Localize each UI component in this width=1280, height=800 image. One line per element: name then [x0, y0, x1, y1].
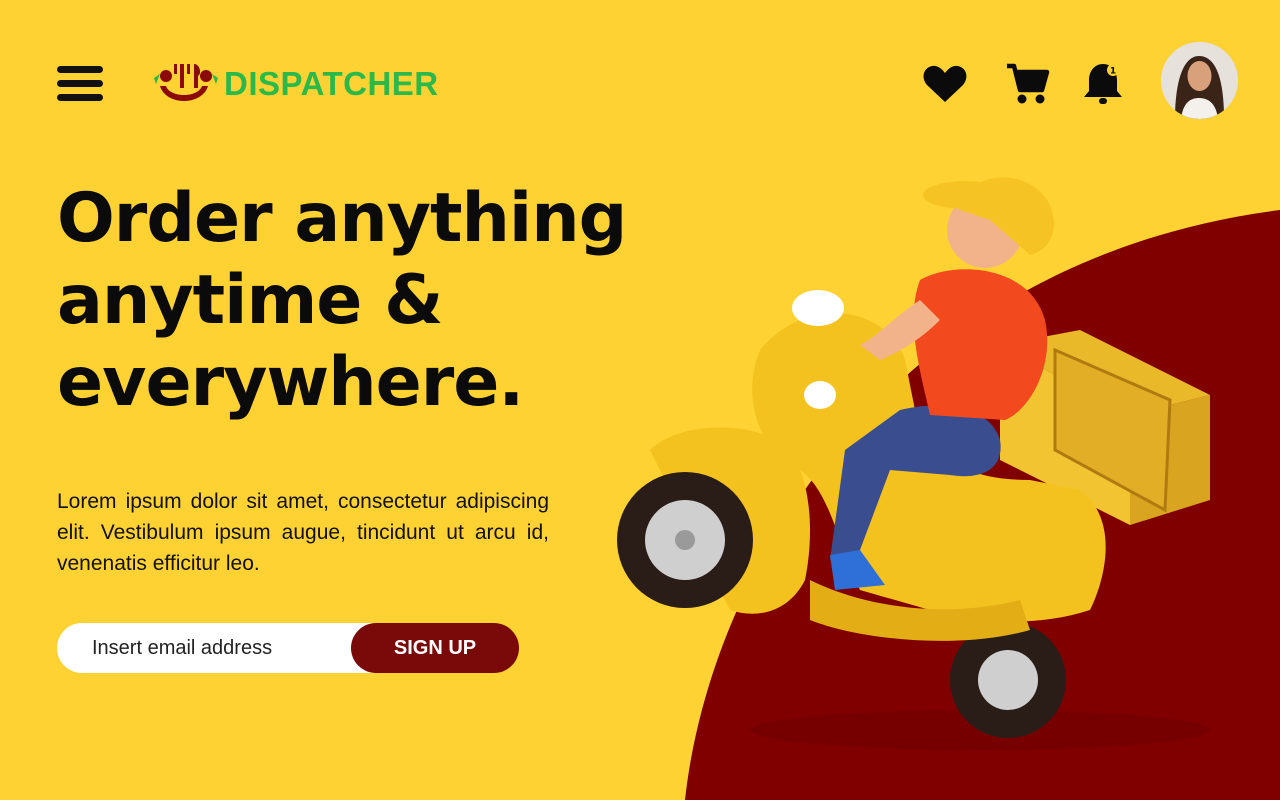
- bell-icon[interactable]: 1: [1079, 60, 1127, 108]
- hero-title-line: anytime &: [57, 261, 443, 340]
- cart-icon[interactable]: [1003, 60, 1051, 108]
- notification-count: 1: [1110, 67, 1116, 77]
- email-field[interactable]: [57, 623, 387, 673]
- dispatcher-logo-icon: [154, 64, 218, 101]
- hero-description: Lorem ipsum dolor sit amet, consectetur …: [57, 490, 549, 575]
- menu-button[interactable]: [57, 66, 103, 102]
- signup-button[interactable]: SIGN UP: [351, 623, 519, 673]
- avatar-photo: [1161, 42, 1238, 119]
- brand-logo[interactable]: DISPATCHER: [150, 62, 439, 106]
- brand-name: DISPATCHER: [224, 65, 439, 102]
- landing-page: DISPATCHER 1 Order anything anytime & ev…: [0, 0, 1280, 800]
- menu-icon-bar: [57, 66, 103, 73]
- heart-icon[interactable]: [921, 60, 969, 108]
- signup-form: SIGN UP: [57, 623, 519, 673]
- delivery-scooter-illustration: [617, 177, 1280, 800]
- menu-icon-bar: [57, 94, 103, 101]
- menu-icon-bar: [57, 80, 103, 87]
- hero-title-line: Order anything: [57, 179, 627, 258]
- hero-title-line: everywhere.: [57, 343, 524, 422]
- hero-title: Order anything anytime & everywhere.: [57, 178, 657, 424]
- user-avatar[interactable]: [1161, 42, 1238, 119]
